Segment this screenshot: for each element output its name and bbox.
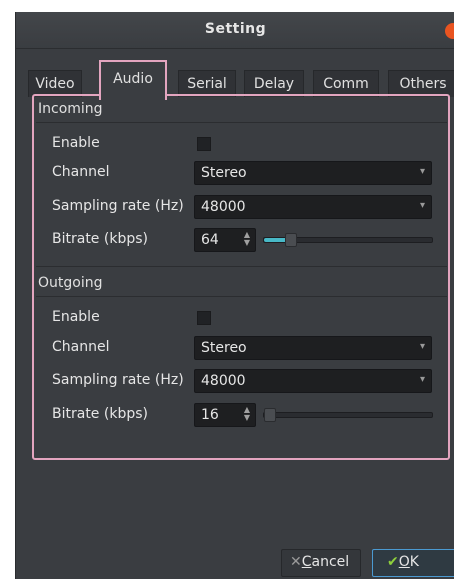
incoming-bitrate-slider[interactable] <box>263 233 433 247</box>
outgoing-channel-value: Stereo <box>201 340 247 356</box>
chevron-down-icon: ▾ <box>419 166 425 177</box>
incoming-header: Incoming <box>38 101 103 117</box>
ok-button[interactable]: ✔OK <box>372 549 454 577</box>
incoming-bitrate-label: Bitrate (kbps) <box>52 231 148 247</box>
outgoing-sampling-value: 48000 <box>201 373 246 389</box>
outgoing-enable-checkbox[interactable] <box>197 311 211 325</box>
incoming-sampling-value: 48000 <box>201 199 246 215</box>
ok-mnemonic: O <box>398 554 410 570</box>
ok-label-rest: K <box>409 554 419 570</box>
incoming-enable-checkbox[interactable] <box>197 137 211 151</box>
outgoing-enable-label: Enable <box>52 309 100 325</box>
tab-others[interactable]: Others <box>388 70 454 97</box>
outgoing-header: Outgoing <box>38 275 103 291</box>
incoming-bitrate-slider-fill <box>264 238 287 242</box>
close-icon[interactable] <box>445 23 454 39</box>
incoming-bitrate-slider-handle[interactable] <box>285 233 297 247</box>
incoming-divider <box>36 122 447 123</box>
cancel-button[interactable]: ✕Cancel <box>281 549 361 577</box>
tab-delay[interactable]: Delay <box>244 70 304 97</box>
chevron-down-icon: ▾ <box>419 200 425 211</box>
outgoing-bitrate-slider[interactable] <box>263 408 433 422</box>
outgoing-channel-select[interactable]: Stereo ▾ <box>194 336 432 360</box>
tab-serial[interactable]: Serial <box>178 70 236 97</box>
outgoing-bitrate-label: Bitrate (kbps) <box>52 406 148 422</box>
checkmark-icon: ✔ <box>387 554 399 570</box>
incoming-sampling-label: Sampling rate (Hz) <box>52 198 184 214</box>
outgoing-bitrate-spinbox[interactable]: 16 ▲ ▼ <box>194 403 256 427</box>
incoming-bitrate-spinbox[interactable]: 64 ▲ ▼ <box>194 228 256 252</box>
chevron-down-icon: ▾ <box>419 374 425 385</box>
incoming-enable-label: Enable <box>52 135 100 151</box>
outgoing-channel-label: Channel <box>52 339 110 355</box>
outgoing-bitrate-value: 16 <box>201 407 219 423</box>
incoming-bitrate-value: 64 <box>201 232 219 248</box>
chevron-down-icon: ▾ <box>419 341 425 352</box>
titlebar: Setting <box>16 12 454 49</box>
tab-comm[interactable]: Comm <box>313 70 379 97</box>
outgoing-divider <box>36 296 447 297</box>
outgoing-sampling-label: Sampling rate (Hz) <box>52 372 184 388</box>
incoming-channel-select[interactable]: Stereo ▾ <box>194 161 432 185</box>
tab-video[interactable]: Video <box>28 70 82 97</box>
tab-audio[interactable]: Audio <box>99 60 167 100</box>
spin-arrows-icon[interactable]: ▲ ▼ <box>242 406 252 422</box>
x-icon: ✕ <box>290 554 302 570</box>
outgoing-bitrate-slider-handle[interactable] <box>264 408 276 422</box>
cancel-mnemonic: C <box>301 554 312 570</box>
incoming-channel-label: Channel <box>52 164 110 180</box>
window-title: Setting <box>204 21 267 37</box>
outgoing-sampling-select[interactable]: 48000 ▾ <box>194 369 432 393</box>
incoming-channel-value: Stereo <box>201 165 247 181</box>
incoming-sampling-select[interactable]: 48000 ▾ <box>194 195 432 219</box>
cancel-label-rest: ancel <box>311 554 350 570</box>
settings-dialog: Setting Video Audio Serial Delay Comm Ot… <box>15 12 454 579</box>
spin-arrows-icon[interactable]: ▲ ▼ <box>242 231 252 247</box>
group-divider <box>36 266 447 267</box>
